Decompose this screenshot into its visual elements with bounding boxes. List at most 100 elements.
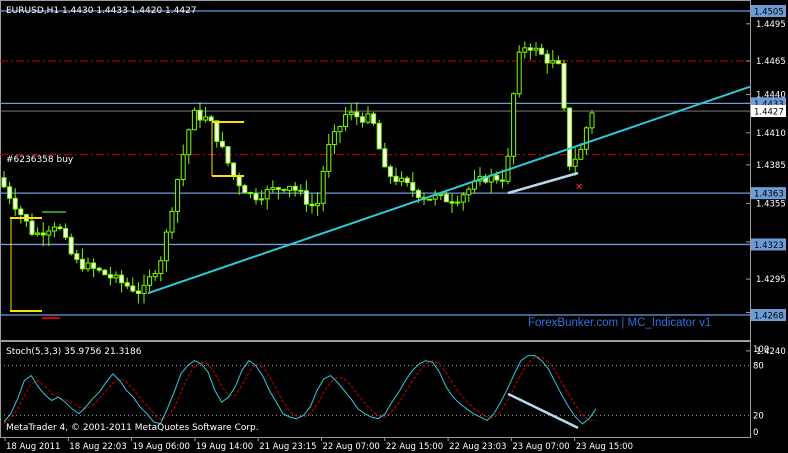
bear-candle	[219, 140, 225, 148]
bull-candle	[315, 202, 321, 207]
bull-candle	[337, 126, 343, 133]
stoch-tick-label: 80	[753, 362, 764, 372]
bear-candle	[393, 175, 399, 183]
stoch-divergence-line	[507, 392, 579, 429]
bear-candle	[410, 182, 416, 191]
bear-candle	[387, 166, 393, 177]
bull-candle	[522, 47, 528, 53]
bull-candle	[533, 47, 539, 51]
bear-candle	[124, 282, 130, 287]
stoch-tick-label: 20	[753, 411, 764, 421]
bear-candle	[281, 188, 287, 191]
bull-candle	[259, 198, 265, 201]
time-tick-label: 23 Aug 15:00	[576, 442, 633, 452]
bear-candle	[292, 185, 298, 191]
bull-candle	[169, 210, 175, 233]
bear-candle	[107, 274, 113, 279]
bull-candle	[399, 177, 405, 183]
bear-candle	[91, 262, 97, 269]
bear-candle	[371, 113, 377, 124]
current-price-label: 1.4427	[754, 108, 784, 118]
bear-candle	[275, 187, 281, 190]
price-tick-label: 1.4410	[756, 129, 786, 139]
time-tick-label: 19 Aug 14:00	[196, 442, 253, 452]
position-label: #6236358 buy	[6, 155, 74, 165]
symbol-header: EURUSD,H1 1.4430 1.4433 1.4420 1.4427	[6, 6, 197, 16]
bear-candle	[555, 60, 561, 65]
price-divergence-line	[507, 171, 579, 195]
horizontal-levels	[0, 10, 750, 316]
bull-candle	[320, 170, 326, 204]
bull-candle	[180, 154, 186, 180]
bull-candle	[264, 188, 270, 200]
bear-candle	[247, 192, 253, 195]
bull-candle	[35, 232, 41, 235]
bear-candle	[303, 190, 309, 205]
watermark: ForexBunker.com | MC_Indicator v1	[528, 317, 711, 329]
bull-candle	[516, 51, 522, 95]
candles	[1, 41, 595, 304]
bull-candle	[191, 109, 197, 131]
bull-candle	[158, 260, 164, 274]
support-trendline	[147, 85, 751, 295]
bear-candle	[449, 201, 455, 204]
bear-candle	[225, 146, 231, 164]
time-tick-label: 23 Aug 07:00	[512, 442, 569, 452]
bear-candle	[544, 53, 550, 64]
time-tick-label: 22 Aug 07:00	[323, 442, 380, 452]
bull-candle	[589, 112, 595, 129]
bear-candle	[63, 228, 69, 238]
bull-candle	[427, 198, 433, 201]
bear-candle	[40, 232, 46, 236]
bull-candle	[331, 131, 337, 146]
bull-candle	[113, 274, 119, 279]
bear-candle	[18, 208, 24, 216]
bull-candle	[46, 230, 52, 236]
bull-candle	[550, 60, 556, 64]
bear-candle	[12, 197, 18, 210]
time-tick-label: 18 Aug 2011	[6, 442, 60, 452]
bear-candle	[443, 193, 449, 203]
time-tick-label: 21 Aug 23:15	[259, 442, 316, 452]
bear-candle	[415, 189, 421, 198]
time-tick-label: 19 Aug 06:00	[133, 442, 190, 452]
mt4-chart[interactable]: ✕ 1.44951.44651.44401.44101.43851.43551.…	[0, 0, 788, 453]
bear-candle	[79, 258, 85, 270]
bear-candle	[499, 179, 505, 182]
bear-candle	[567, 107, 573, 167]
bull-candle	[466, 188, 472, 196]
bear-candle	[57, 226, 63, 230]
bear-candle	[68, 236, 74, 255]
bear-candle	[7, 186, 13, 199]
bull-candle	[152, 272, 158, 278]
price-tick-label: 1.4295	[756, 275, 786, 285]
bear-candle	[359, 116, 365, 123]
bear-candle	[74, 253, 80, 260]
bull-candle	[51, 226, 57, 232]
bear-candle	[376, 122, 382, 150]
bear-candle	[253, 193, 259, 201]
bear-candle	[561, 63, 567, 109]
bull-candle	[270, 187, 276, 190]
bear-candle	[96, 267, 102, 271]
level-label: 1.4505	[754, 8, 784, 18]
bear-candle	[214, 120, 220, 142]
bull-candle	[326, 144, 332, 172]
bull-candle	[583, 127, 589, 150]
bull-candle	[85, 262, 91, 270]
bear-candle	[494, 174, 500, 181]
level-label: 1.4363	[754, 190, 784, 200]
level-label: 1.4268	[754, 312, 784, 322]
bear-candle	[119, 274, 125, 284]
time-tick-label: 18 Aug 22:03	[69, 442, 126, 452]
bear-candle	[539, 47, 545, 55]
close-cross-icon: ✕	[575, 182, 583, 193]
bear-candle	[298, 189, 304, 192]
bear-candle	[135, 290, 141, 295]
price-tick-label: 1.4465	[756, 57, 786, 67]
bear-candle	[231, 162, 237, 177]
level-label: 1.4323	[754, 241, 784, 251]
bear-candle	[527, 47, 533, 51]
bull-candle	[365, 113, 371, 123]
bull-candle	[460, 194, 466, 203]
